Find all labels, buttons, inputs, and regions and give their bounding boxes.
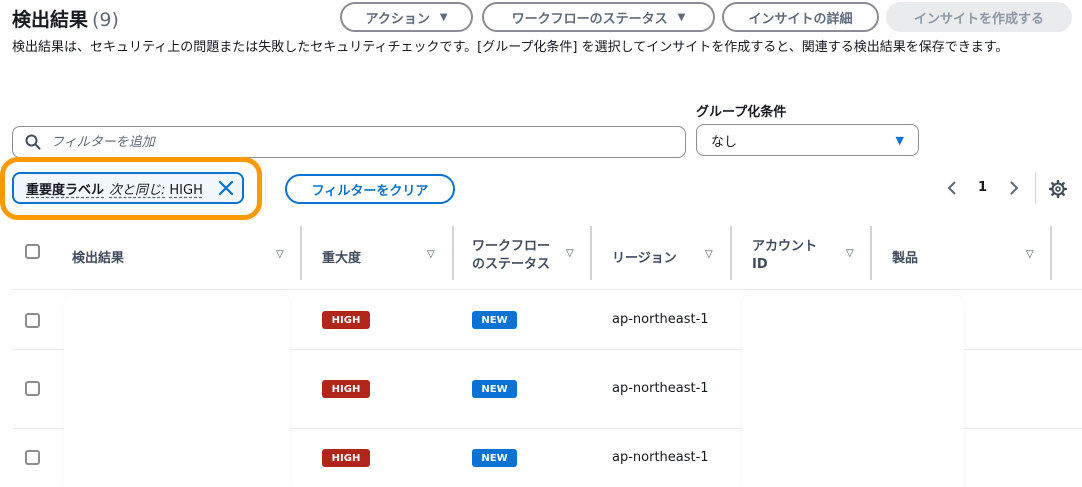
clear-filters-button[interactable]: フィルターをクリア xyxy=(285,174,455,204)
column-label-line: のステータス xyxy=(472,257,551,272)
token-value: HIGH xyxy=(169,182,203,198)
token-operator: 次と同じ: xyxy=(109,182,166,198)
region-cell: ap-northeast-1 xyxy=(612,312,709,327)
severity-badge: HIGH xyxy=(322,380,370,398)
workflow-status-label: ワークフローのステータス xyxy=(511,11,668,27)
filter-token-text: 重要度ラベル 次と同じ: HIGH xyxy=(26,179,203,198)
column-divider[interactable] xyxy=(870,226,872,280)
column-divider[interactable] xyxy=(1050,226,1052,280)
findings-count: (9) xyxy=(92,9,119,31)
column-label-line: ID xyxy=(752,257,768,272)
filter-search[interactable] xyxy=(12,126,686,158)
chevron-left-icon[interactable] xyxy=(946,181,958,195)
create-insight-button[interactable]: インサイトを作成する xyxy=(886,2,1072,32)
clear-filters-label: フィルターをクリア xyxy=(311,183,429,199)
column-label-line: アカウント xyxy=(752,239,818,254)
column-divider[interactable] xyxy=(730,226,732,280)
column-label: 検出結果 xyxy=(72,250,125,266)
column-label: リージョン xyxy=(612,250,677,266)
caret-down-icon: ▼ xyxy=(895,133,904,147)
sort-icon[interactable]: ▽ xyxy=(566,245,574,263)
group-by-select[interactable]: なし ▼ xyxy=(696,124,919,156)
column-label: ワークフロー のステータス xyxy=(472,238,550,274)
column-label: 重大度 xyxy=(322,250,362,266)
title-text: 検出結果 xyxy=(12,9,89,31)
insight-details-button[interactable]: インサイトの詳細 xyxy=(722,2,879,32)
region-cell: ap-northeast-1 xyxy=(612,450,709,465)
row-checkbox[interactable] xyxy=(25,313,40,328)
severity-badge: HIGH xyxy=(322,449,370,467)
token-key: 重要度ラベル xyxy=(26,182,105,198)
region-cell: ap-northeast-1 xyxy=(612,381,709,396)
severity-badge: HIGH xyxy=(322,311,370,329)
filter-token[interactable]: 重要度ラベル 次と同じ: HIGH xyxy=(12,172,244,204)
sort-icon[interactable]: ▽ xyxy=(1026,249,1034,260)
caret-down-icon: ▼ xyxy=(677,11,686,23)
column-divider[interactable] xyxy=(590,226,592,280)
divider xyxy=(265,172,266,204)
group-by-label: グループ化条件 xyxy=(696,105,787,120)
sort-icon[interactable]: ▽ xyxy=(846,245,854,263)
workflow-badge: NEW xyxy=(472,449,517,467)
gear-icon[interactable] xyxy=(1049,180,1067,198)
column-header-findings[interactable]: 検出結果 ▽ xyxy=(72,222,292,290)
column-header-account-id[interactable]: アカウント ID ▽ xyxy=(752,222,862,290)
column-label: 製品 xyxy=(892,250,919,266)
search-icon xyxy=(25,134,41,150)
close-icon[interactable] xyxy=(218,180,234,196)
actions-button[interactable]: アクション ▼ xyxy=(340,2,473,32)
workflow-badge: NEW xyxy=(472,311,517,329)
sort-icon[interactable]: ▽ xyxy=(705,249,713,260)
page-description: 検出結果は、セキュリティ上の問題または失敗したセキュリティチェックです。[グルー… xyxy=(12,40,1009,55)
actions-label: アクション xyxy=(365,11,430,27)
column-label-line: ワークフロー xyxy=(472,239,551,254)
page-title: 検出結果 (9) xyxy=(12,5,119,32)
group-by-value: なし xyxy=(711,134,738,150)
column-header-severity[interactable]: 重大度 ▽ xyxy=(322,222,442,290)
sort-icon[interactable]: ▽ xyxy=(276,249,284,260)
insight-details-label: インサイトの詳細 xyxy=(748,11,853,27)
create-insight-label: インサイトを作成する xyxy=(913,11,1044,27)
redacted-account-area xyxy=(742,294,964,487)
column-header-region[interactable]: リージョン ▽ xyxy=(612,222,722,290)
column-divider[interactable] xyxy=(300,226,302,280)
column-divider[interactable] xyxy=(452,226,454,280)
column-label: アカウント ID xyxy=(752,238,817,274)
filter-input[interactable] xyxy=(51,134,651,150)
column-header-product[interactable]: 製品 ▽ xyxy=(892,222,1042,290)
workflow-badge: NEW xyxy=(472,380,517,398)
redacted-findings-area xyxy=(64,294,290,487)
row-checkbox[interactable] xyxy=(25,381,40,396)
current-page[interactable]: 1 xyxy=(978,180,987,195)
workflow-status-button[interactable]: ワークフローのステータス ▼ xyxy=(482,2,715,32)
select-all-checkbox[interactable] xyxy=(25,244,40,259)
divider xyxy=(1035,172,1036,204)
chevron-right-icon[interactable] xyxy=(1008,181,1020,195)
row-checkbox[interactable] xyxy=(25,450,40,465)
table-header: 検出結果 ▽ 重大度 ▽ ワークフロー のステータス ▽ リージョン ▽ アカウ… xyxy=(12,222,1082,290)
caret-down-icon: ▼ xyxy=(439,11,448,23)
sort-icon[interactable]: ▽ xyxy=(427,249,435,260)
column-header-workflow[interactable]: ワークフロー のステータス ▽ xyxy=(472,222,582,290)
